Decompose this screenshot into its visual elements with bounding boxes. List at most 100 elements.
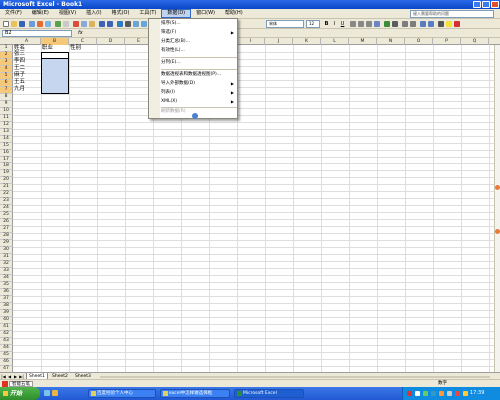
menu-item-validation[interactable]: 有效性(L)... xyxy=(149,47,237,55)
row-header[interactable]: 40 xyxy=(0,316,13,324)
menu-insert[interactable]: 插入(I) xyxy=(81,9,106,18)
row-header[interactable]: 3 xyxy=(0,58,13,66)
tray-icon[interactable] xyxy=(455,391,460,396)
cell-c1[interactable]: 性别 xyxy=(70,45,81,52)
taskbar-item[interactable]: excel中怎样做选择框 xyxy=(160,389,230,398)
menu-view[interactable]: 视图(V) xyxy=(54,9,81,18)
menu-file[interactable]: 文件(F) xyxy=(0,9,27,18)
undo-icon[interactable] xyxy=(99,21,105,27)
italic-button[interactable]: I xyxy=(331,20,338,28)
merge-center-icon[interactable] xyxy=(374,21,380,27)
menu-tools[interactable]: 工具(T) xyxy=(134,9,161,18)
start-button[interactable]: 开始 xyxy=(0,387,40,400)
column-header[interactable]: P xyxy=(433,38,461,45)
maximize-icon[interactable] xyxy=(482,1,490,8)
menu-item-subtotals[interactable]: 分类汇总(B)... xyxy=(149,38,237,46)
row-header[interactable]: 12 xyxy=(0,121,13,129)
tray-icon[interactable] xyxy=(431,391,436,396)
row-header[interactable]: 41 xyxy=(0,323,13,331)
worksheet-grid[interactable]: ABCDEFGHIJKLMNOPQ 1234567891011121314151… xyxy=(0,38,500,374)
percent-icon[interactable] xyxy=(392,21,398,27)
row-header[interactable]: 1 xyxy=(0,45,13,52)
open-folder-icon[interactable] xyxy=(11,21,17,27)
menu-item-import-external-data[interactable]: 导入外部数据(D) ▶ xyxy=(149,80,237,88)
row-header[interactable]: 36 xyxy=(0,288,13,296)
close-icon[interactable] xyxy=(491,1,499,8)
autosum-icon[interactable] xyxy=(125,21,131,27)
row-header[interactable]: 46 xyxy=(0,358,13,366)
menu-item-text-to-columns[interactable]: 分列(E)... xyxy=(149,59,237,67)
name-box[interactable]: B2 xyxy=(2,30,72,37)
tray-icon[interactable] xyxy=(415,391,420,396)
row-header[interactable]: 6 xyxy=(0,79,13,87)
hyperlink-icon[interactable] xyxy=(117,21,123,27)
cell-b1[interactable]: 职业 xyxy=(42,45,53,52)
sort-asc-icon[interactable] xyxy=(133,21,139,27)
cell-a7[interactable]: 九月 xyxy=(14,86,25,93)
permission-icon[interactable] xyxy=(29,21,35,27)
column-header[interactable]: N xyxy=(377,38,405,45)
menu-edit[interactable]: 编辑(E) xyxy=(27,9,54,18)
row-header[interactable]: 5 xyxy=(0,72,13,80)
row-header[interactable]: 42 xyxy=(0,330,13,338)
bold-button[interactable]: B xyxy=(323,20,330,28)
quicklaunch-folder-icon[interactable] xyxy=(52,390,58,396)
tray-icon[interactable] xyxy=(439,391,444,396)
borders-icon[interactable] xyxy=(438,21,444,27)
column-header[interactable]: J xyxy=(265,38,293,45)
taskbar-item[interactable]: 百度经验个人中心 xyxy=(88,389,156,398)
row-header[interactable]: 32 xyxy=(0,261,13,269)
menu-item-list[interactable]: 列表(I) ▶ xyxy=(149,89,237,97)
menu-data[interactable]: 数据(D) xyxy=(161,9,192,18)
row-header[interactable]: 35 xyxy=(0,281,13,289)
row-header[interactable]: 16 xyxy=(0,149,13,157)
decrease-decimal-icon[interactable] xyxy=(410,21,416,27)
menu-format[interactable]: 格式(O) xyxy=(107,9,135,18)
column-header[interactable]: K xyxy=(293,38,321,45)
row-header[interactable]: 15 xyxy=(0,142,13,150)
tray-icon[interactable] xyxy=(407,391,412,396)
active-cell[interactable] xyxy=(41,51,69,59)
menu-item-filter[interactable]: 筛选(F) ▶ xyxy=(149,29,237,37)
row-header[interactable]: 43 xyxy=(0,337,13,345)
save-icon[interactable] xyxy=(19,21,25,27)
align-right-icon[interactable] xyxy=(366,21,372,27)
currency-icon[interactable] xyxy=(384,21,390,27)
row-header[interactable]: 14 xyxy=(0,135,13,143)
fill-color-icon[interactable] xyxy=(446,21,452,27)
help-search-input[interactable]: 键入需要帮助的问题 xyxy=(410,10,494,18)
column-header[interactable]: L xyxy=(321,38,349,45)
decrease-indent-icon[interactable] xyxy=(420,21,426,27)
row-header[interactable]: 33 xyxy=(0,268,13,275)
column-header[interactable]: Q xyxy=(461,38,489,45)
spelling-icon[interactable] xyxy=(55,21,61,27)
redo-icon[interactable] xyxy=(107,21,113,27)
font-name-select[interactable]: 宋体 xyxy=(266,20,304,28)
align-left-icon[interactable] xyxy=(350,21,356,27)
menu-help[interactable]: 帮助(H) xyxy=(220,9,248,18)
column-header[interactable]: I xyxy=(237,38,265,45)
increase-decimal-icon[interactable] xyxy=(402,21,408,27)
column-header[interactable]: O xyxy=(405,38,433,45)
expand-menu-icon[interactable] xyxy=(192,113,198,119)
taskbar-item-active[interactable]: Microsoft Excel xyxy=(234,389,304,398)
row-header[interactable]: 7 xyxy=(0,86,13,94)
row-header[interactable]: 45 xyxy=(0,351,13,359)
row-header[interactable]: 38 xyxy=(0,302,13,310)
tray-icon[interactable] xyxy=(447,391,452,396)
font-color-icon[interactable] xyxy=(454,21,460,27)
row-header[interactable]: 2 xyxy=(0,51,13,59)
cut-icon[interactable] xyxy=(73,21,79,27)
align-center-icon[interactable] xyxy=(358,21,364,27)
menu-window[interactable]: 窗口(W) xyxy=(191,9,220,18)
increase-indent-icon[interactable] xyxy=(428,21,434,27)
row-header[interactable]: 37 xyxy=(0,295,13,303)
menu-item-pivot-table[interactable]: 数据透视表和数据透视图(P)... xyxy=(149,71,237,79)
quicklaunch-ie-icon[interactable] xyxy=(44,390,50,396)
menu-item-xml[interactable]: XML(X) ▶ xyxy=(149,98,237,106)
print-icon[interactable] xyxy=(37,21,43,27)
new-file-icon[interactable] xyxy=(3,21,9,27)
paste-icon[interactable] xyxy=(89,21,95,27)
row-header[interactable]: 8 xyxy=(0,93,13,101)
tray-icon[interactable] xyxy=(423,391,428,396)
